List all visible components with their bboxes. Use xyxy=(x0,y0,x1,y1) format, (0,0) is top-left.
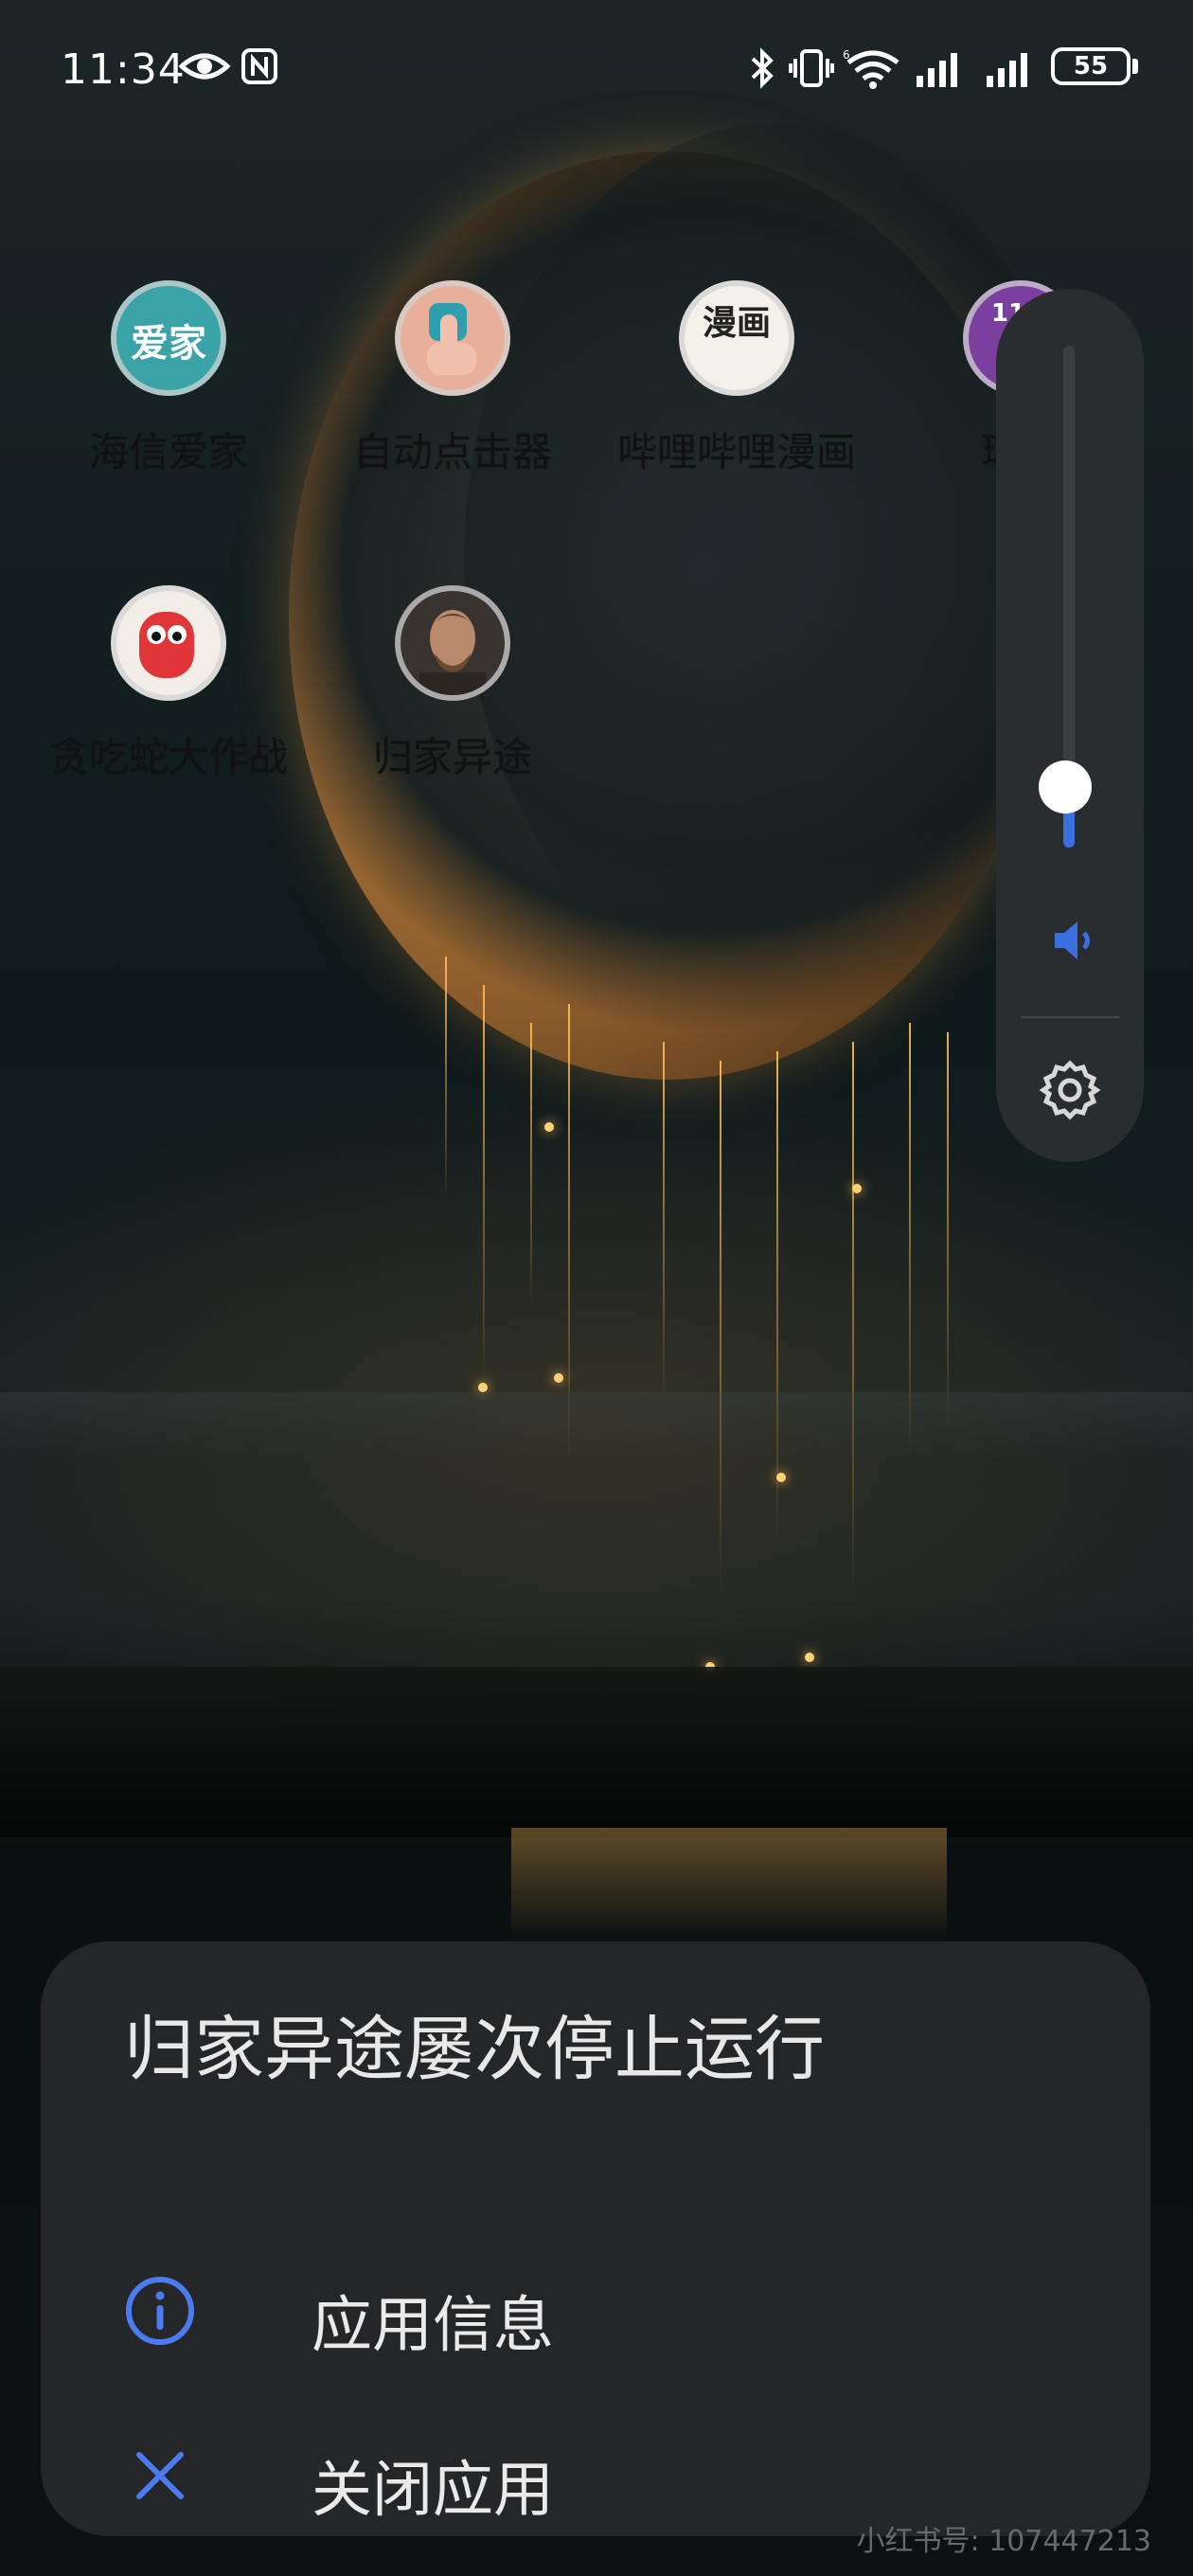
volume-panel xyxy=(996,289,1144,1162)
app-label: 海信爱家 xyxy=(88,429,248,475)
vibrate-icon xyxy=(788,47,835,93)
app-info-label: 应用信息 xyxy=(312,2291,554,2361)
status-time: 11:34 xyxy=(61,45,186,94)
dialog-title: 归家异途屡次停止运行 xyxy=(124,2009,825,2090)
auto-clicker-icon xyxy=(395,280,510,396)
eye-icon xyxy=(178,47,231,89)
watermark-text: 小红书号: 107447213 xyxy=(856,2525,1151,2558)
app-label: 自动点击器 xyxy=(352,429,552,475)
snake-game-icon xyxy=(111,585,226,701)
close-app-label: 关闭应用 xyxy=(312,2456,554,2526)
nfc-icon xyxy=(240,47,278,89)
hisense-aijia-icon: 爱家 xyxy=(111,280,226,396)
status-bar: 11:34 6 55 xyxy=(0,38,1193,104)
app-label: 贪吃蛇大作战 xyxy=(48,734,288,780)
close-icon xyxy=(124,2440,196,2512)
wifi-icon: 6 xyxy=(843,47,899,93)
app-label: 哔哩哔哩漫画 xyxy=(616,429,856,475)
app-info-button[interactable]: 应用信息 xyxy=(41,2241,1150,2383)
app-crash-dialog: 归家异途屡次停止运行 应用信息 关闭应用 xyxy=(41,1941,1150,2536)
bluetooth-icon xyxy=(748,47,776,93)
signal-icon xyxy=(915,47,968,93)
info-icon xyxy=(124,2275,196,2347)
speaker-icon[interactable] xyxy=(1045,914,1098,967)
bilibili-comics-icon: 漫画 xyxy=(679,280,794,396)
volume-slider-thumb[interactable] xyxy=(1039,760,1092,814)
settings-gear-icon[interactable] xyxy=(1036,1056,1104,1124)
battery-icon: 55 xyxy=(1051,47,1131,85)
svg-text:6: 6 xyxy=(843,48,850,62)
app-label: 归家异途 xyxy=(372,734,532,780)
signal-icon xyxy=(985,47,1038,93)
guijia-yitu-icon xyxy=(395,585,510,701)
